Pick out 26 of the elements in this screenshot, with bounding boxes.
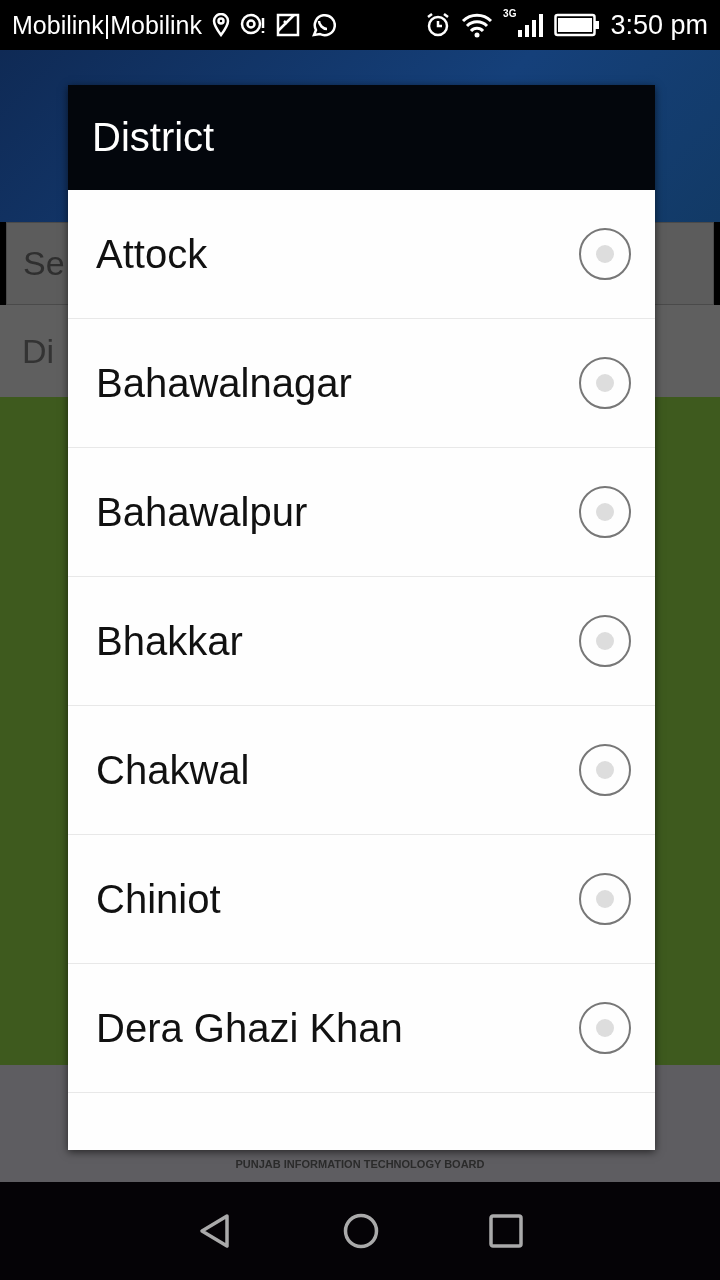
- clock-time: 3:50 pm: [610, 9, 708, 41]
- radio-button[interactable]: [579, 615, 631, 667]
- district-option[interactable]: Chakwal: [68, 706, 655, 835]
- district-option[interactable]: Attock: [68, 190, 655, 319]
- dialog-title: District: [68, 85, 655, 190]
- carrier-name: Mobilink|Mobilink: [12, 10, 202, 40]
- chat-bubble-icon: [309, 12, 336, 38]
- district-option[interactable]: Bhakkar: [68, 577, 655, 706]
- wifi-icon: [461, 12, 494, 38]
- district-option[interactable]: Chiniot: [68, 835, 655, 964]
- district-option[interactable]: Bahawalpur: [68, 448, 655, 577]
- signal-bars-icon: [516, 12, 545, 38]
- radio-button[interactable]: [579, 744, 631, 796]
- radio-button[interactable]: [579, 1002, 631, 1054]
- district-option[interactable]: Bahawalnagar: [68, 319, 655, 448]
- district-option[interactable]: Dera Ghazi Khan: [68, 964, 655, 1093]
- recents-button[interactable]: [489, 1214, 523, 1248]
- radio-button[interactable]: [579, 228, 631, 280]
- network-type: 3G: [503, 8, 517, 19]
- radio-button[interactable]: [579, 357, 631, 409]
- location-pin-icon: [211, 13, 230, 37]
- radio-button[interactable]: [579, 486, 631, 538]
- radio-button[interactable]: [579, 873, 631, 925]
- battery-icon: [554, 13, 601, 37]
- home-button[interactable]: [343, 1213, 379, 1249]
- image-icon: [275, 13, 300, 37]
